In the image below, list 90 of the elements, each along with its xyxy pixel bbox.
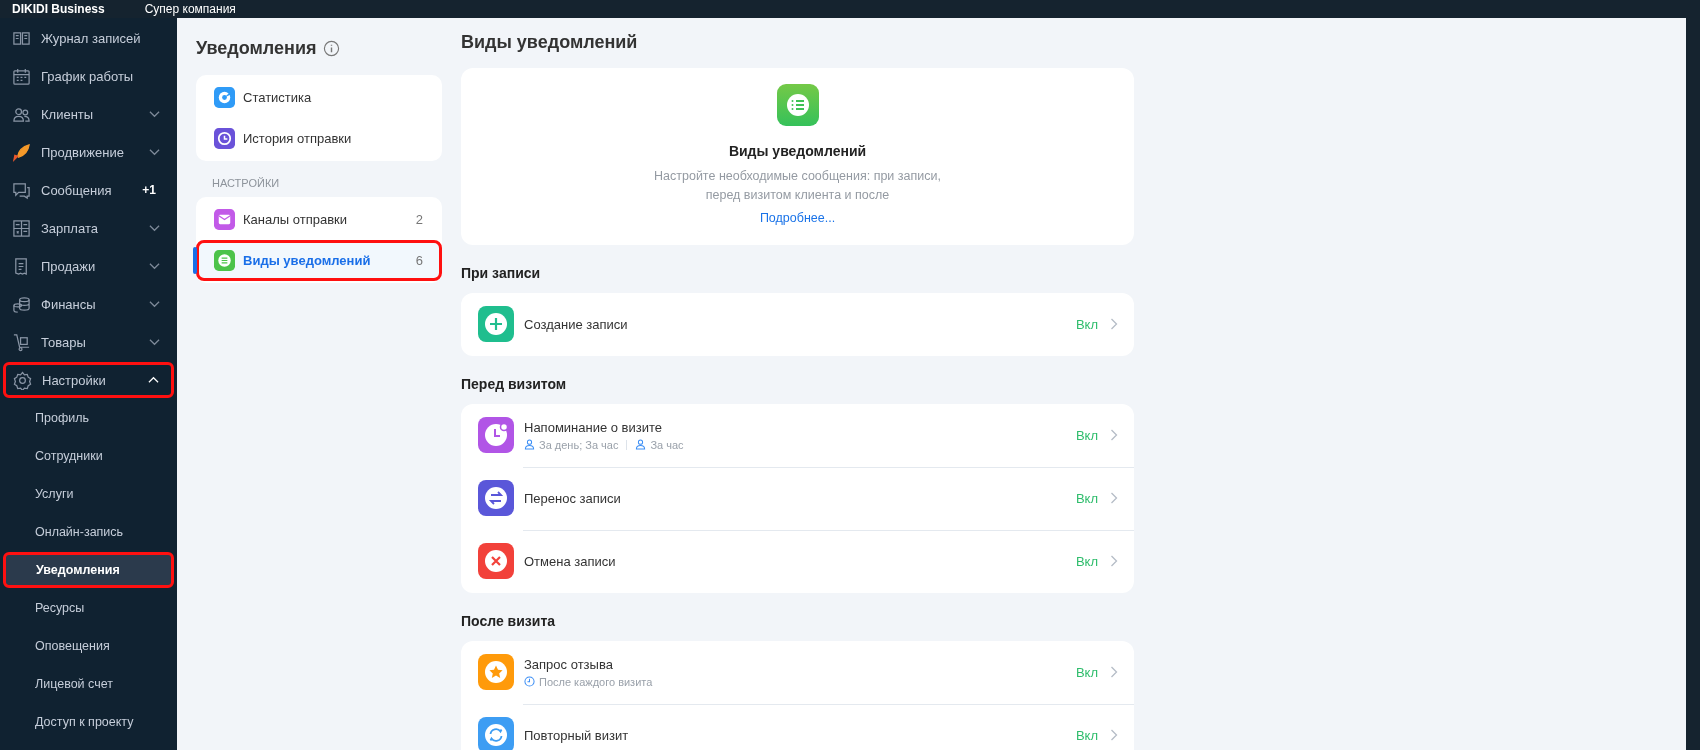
coins-icon <box>12 294 31 314</box>
detail-text: За день; За час <box>539 438 619 451</box>
chevron-up-icon <box>148 376 159 384</box>
chevron-right-icon <box>1110 729 1118 741</box>
menu-item[interactable]: Каналы отправки 2 <box>196 199 442 240</box>
clock-icon <box>214 128 235 149</box>
notification-row[interactable]: Перенос записи Вкл <box>461 466 1134 530</box>
sidebar-subitem[interactable]: Услуги <box>3 476 174 512</box>
chevron-down-icon <box>149 300 160 308</box>
swap-icon <box>478 480 514 516</box>
sidebar-subitem[interactable]: Сотрудники <box>3 438 174 474</box>
brand-name: DIKIDI Business <box>12 2 105 16</box>
section-title: При записи <box>461 264 542 281</box>
sidebar-item[interactable]: Продвижение <box>3 134 174 170</box>
notification-row[interactable]: Отмена записи Вкл <box>461 529 1134 593</box>
panel-title: Уведомления <box>196 38 317 59</box>
row-title: Запрос отзыва <box>524 656 614 672</box>
section-title: После визита <box>461 612 557 629</box>
row-title: Повторный визит <box>524 727 630 743</box>
rocket-icon <box>12 142 31 162</box>
sidebar-item[interactable]: Товары <box>3 324 174 360</box>
chevron-right-icon <box>1110 318 1118 330</box>
sidebar-item[interactable]: Настройки <box>3 362 174 398</box>
notification-row[interactable]: Запрос отзыва После каждого визита Вкл <box>461 640 1134 704</box>
sidebar-subitem[interactable]: Уведомления <box>3 552 174 588</box>
status-label: Вкл <box>1075 553 1098 569</box>
status-label: Вкл <box>1075 490 1098 506</box>
count-label: 2 <box>415 212 423 227</box>
cart-icon <box>12 332 31 352</box>
status-label: Вкл <box>1075 727 1098 743</box>
row-title: Создание записи <box>524 316 629 332</box>
chevron-right-icon <box>1110 429 1118 441</box>
count-label: 6 <box>415 253 423 268</box>
chevron-down-icon <box>149 148 160 156</box>
close-icon <box>478 543 514 579</box>
sidebar-item[interactable]: Сообщения +1 <box>3 172 174 208</box>
notification-row[interactable]: Создание записи Вкл <box>461 292 1134 356</box>
status-label: Вкл <box>1075 427 1098 443</box>
group-heading: НАСТРОЙКИ <box>212 177 281 189</box>
list-icon <box>776 84 819 126</box>
sidebar-item[interactable]: График работы <box>3 58 174 94</box>
sidebar-item[interactable]: Финансы <box>3 286 174 322</box>
sidebar-item[interactable]: Зарплата <box>3 210 174 246</box>
sidebar-subitem[interactable]: Профиль <box>3 400 174 436</box>
menu-item[interactable]: История отправки <box>196 118 442 159</box>
row-title: Отмена записи <box>524 553 617 569</box>
status-label: Вкл <box>1075 316 1098 332</box>
page-title: Виды уведомлений <box>461 32 639 53</box>
chevron-down-icon <box>149 110 160 118</box>
list-icon <box>214 250 235 271</box>
person-icon <box>635 439 647 450</box>
section-title: Перед визитом <box>461 375 568 392</box>
more-link[interactable]: Подробнее... <box>759 210 836 225</box>
chevron-right-icon <box>1110 555 1118 567</box>
info-icon[interactable] <box>322 40 340 57</box>
sidebar-subitem[interactable]: Ресурсы <box>3 590 174 626</box>
sidebar-subitem[interactable]: Доступ к проекту <box>3 704 174 740</box>
chevron-down-icon <box>149 224 160 232</box>
settings-icon <box>13 370 32 390</box>
sidebar-subitem[interactable]: Оповещения <box>3 628 174 664</box>
detail-text: За час <box>650 438 684 451</box>
plus-icon <box>478 306 514 342</box>
notification-row[interactable]: Напоминание о визите За день; За час За час Вкл <box>461 403 1134 467</box>
chevron-right-icon <box>1110 666 1118 678</box>
detail-text: После каждого визита <box>539 675 653 688</box>
chat-icon <box>12 180 31 200</box>
company-name: Супер компания <box>144 2 236 16</box>
row-title: Напоминание о визите <box>524 419 664 435</box>
calendar-icon <box>12 66 31 86</box>
envelope-icon <box>214 209 235 230</box>
status-label: Вкл <box>1075 664 1098 680</box>
sidebar-item[interactable]: Клиенты <box>3 96 174 132</box>
chevron-down-icon <box>149 338 160 346</box>
person-icon <box>524 439 535 450</box>
calculator-icon <box>12 218 31 238</box>
sidebar-item[interactable]: Журнал записей <box>3 20 174 56</box>
notification-row[interactable]: Повторный визит Вкл <box>461 703 1134 750</box>
sidebar-subitem[interactable]: Онлайн-запись <box>3 514 174 550</box>
menu-item[interactable]: Виды уведомлений 6 <box>196 240 442 281</box>
clock-icon <box>524 676 535 687</box>
menu-item[interactable]: Статистика <box>196 77 442 118</box>
intro-text: Настройте необходимые сообщения: при записи, перед визитом клиента и после <box>653 168 942 204</box>
sidebar-item[interactable]: Продажи <box>3 248 174 284</box>
intro-title: Виды уведомлений <box>728 143 867 159</box>
row-title: Перенос записи <box>524 490 622 506</box>
clock-icon <box>478 417 514 453</box>
chevron-down-icon <box>149 262 160 270</box>
pie-chart-icon <box>214 87 235 108</box>
sidebar-subitem[interactable]: Лицевой счет <box>3 666 174 702</box>
chevron-right-icon <box>1110 492 1118 504</box>
